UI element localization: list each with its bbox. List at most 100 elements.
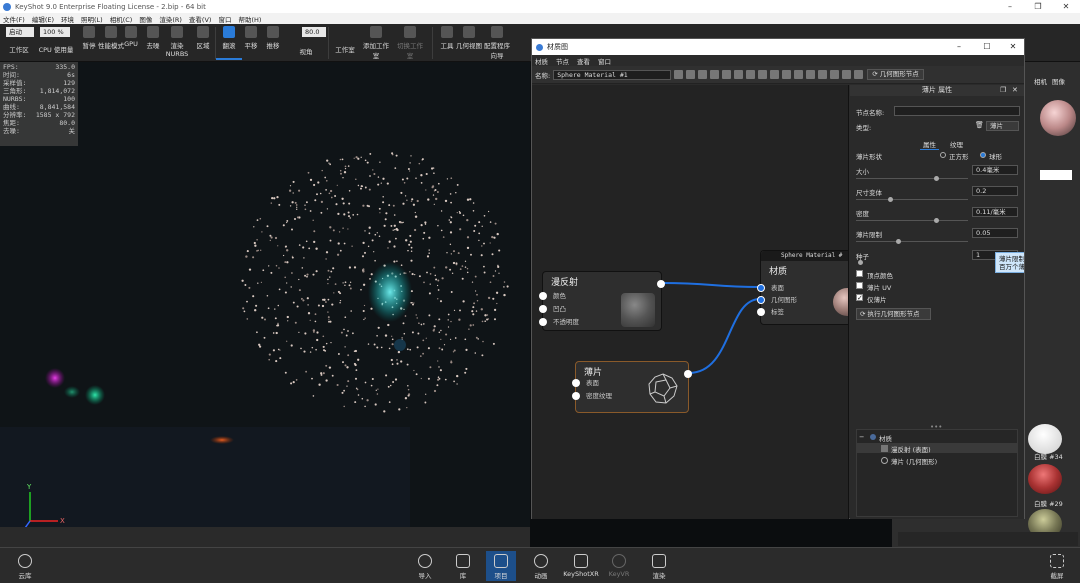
port-surface[interactable] [572, 379, 580, 387]
library-button[interactable]: 库 [448, 554, 478, 580]
material-node[interactable]: Sphere Material # 材质 表面 几何图形 标签 [757, 250, 848, 325]
menu-material[interactable]: 材质 [535, 56, 548, 66]
white-material-thumb[interactable] [1028, 424, 1062, 454]
menu-view[interactable]: 查看 [577, 56, 590, 66]
fov-input[interactable]: 80.0 [302, 27, 326, 37]
menu-file[interactable]: 文件(F) [3, 14, 25, 24]
menu-node[interactable]: 节点 [556, 56, 569, 66]
render-nurbs-button[interactable]: 渲染NURBS [163, 26, 191, 58]
density-knob[interactable] [934, 218, 939, 223]
project-button[interactable]: 项目 [486, 551, 516, 581]
menu-edit[interactable]: 编辑(E) [32, 14, 54, 24]
close-icon[interactable]: ✕ [1012, 86, 1018, 94]
configurator-wizard-button[interactable]: 配置程序向导 [482, 26, 512, 60]
expand-icon[interactable] [830, 70, 840, 79]
port-color[interactable] [539, 292, 547, 300]
settings-icon[interactable] [722, 70, 732, 79]
menu-window[interactable]: 窗口 [598, 56, 611, 66]
radio-sphere[interactable] [980, 152, 986, 158]
flake-limit-slider[interactable] [856, 241, 968, 242]
grid-icon[interactable] [782, 70, 792, 79]
percent-dropdown[interactable]: 100 % [40, 27, 70, 37]
collapse-icon[interactable] [842, 70, 852, 79]
size-input[interactable]: 0.4毫米 [972, 165, 1018, 175]
frame-icon[interactable] [806, 70, 816, 79]
close-icon[interactable]: ✕ [1052, 0, 1080, 13]
restore-icon[interactable]: ❐ [1000, 86, 1006, 94]
refresh-icon[interactable] [710, 70, 720, 79]
size-variation-input[interactable]: 0.2 [972, 186, 1018, 196]
studio-button[interactable]: 工作室 [331, 44, 359, 54]
tab-image[interactable]: 图像 [1052, 76, 1065, 86]
type-dropdown[interactable]: 薄片 [986, 121, 1019, 131]
view-angle-button[interactable]: 视角 [293, 46, 319, 56]
weight-icon[interactable] [734, 70, 744, 79]
cube-icon[interactable] [686, 70, 696, 79]
radio-square[interactable] [940, 152, 946, 158]
node-graph-canvas[interactable]: 漫反射 颜色 凹凸 不透明度 薄片 表面 密度纹理 Sphere Materia… [532, 85, 849, 519]
port-label-input[interactable] [757, 308, 765, 316]
tab-properties[interactable]: 属性 [920, 139, 939, 150]
trash-icon[interactable]: 🗑 [975, 121, 984, 129]
align-icon[interactable] [794, 70, 804, 79]
flake-limit-knob[interactable] [896, 239, 901, 244]
tree-item-diffuse[interactable]: 漫反射 (表面) [891, 444, 931, 454]
import-button[interactable]: 导入 [410, 554, 440, 580]
minimize-icon[interactable]: – [946, 39, 972, 55]
sphere-icon[interactable] [698, 70, 708, 79]
region-button[interactable]: 区域 [190, 26, 216, 50]
size-slider[interactable] [856, 178, 968, 179]
copy-icon[interactable] [746, 70, 756, 79]
save-icon[interactable] [674, 70, 684, 79]
node-name-input[interactable] [894, 106, 1020, 116]
menu-lighting[interactable]: 照明(L) [81, 14, 103, 24]
render-viewport[interactable]: Y X [0, 62, 530, 527]
seed-knob[interactable] [858, 260, 863, 265]
only-flakes-checkbox[interactable]: ✓ [856, 294, 863, 302]
run-geometry-node-button[interactable]: ⟳ 执行几何图形节点 [856, 308, 931, 320]
size-variation-slider[interactable] [856, 199, 968, 200]
menu-help[interactable]: 帮助(H) [238, 14, 261, 24]
output-port[interactable] [684, 370, 692, 378]
keyvr-button[interactable]: KeyVR [604, 554, 634, 578]
port-density-texture[interactable] [572, 392, 580, 400]
density-slider[interactable] [856, 220, 968, 221]
density-input[interactable]: 0.11/毫米 [972, 207, 1018, 217]
fit-icon[interactable] [818, 70, 828, 79]
menu-environment[interactable]: 环境 [61, 14, 74, 24]
size-slider-knob[interactable] [934, 176, 939, 181]
material-name-input[interactable]: Sphere Material #1 [553, 69, 672, 80]
tab-texture[interactable]: 纹理 [950, 139, 963, 149]
tab-camera[interactable]: 相机 [1034, 76, 1047, 86]
geometry-node-button[interactable]: ⟳ 几何图形节点 [867, 69, 924, 80]
material-preview-thumb[interactable] [1040, 100, 1076, 136]
red-material-thumb[interactable] [1028, 464, 1062, 494]
diffuse-node[interactable]: 漫反射 颜色 凹凸 不透明度 [539, 271, 665, 331]
tree-item-flakes[interactable]: 薄片 (几何图形) [891, 456, 937, 466]
tree-root[interactable]: 材质 [879, 433, 892, 443]
flake-limit-input[interactable]: 0.05 [972, 228, 1018, 238]
cpu-usage-button[interactable]: CPU 使用量 [38, 44, 74, 54]
port-opacity[interactable] [539, 318, 547, 326]
layout-icon[interactable] [770, 70, 780, 79]
maximize-icon[interactable]: ☐ [974, 39, 1000, 55]
vertex-color-checkbox[interactable] [856, 270, 863, 277]
add-studio-button[interactable]: 添加工作室 [362, 26, 390, 60]
delete-icon[interactable] [758, 70, 768, 79]
size-variation-knob[interactable] [888, 197, 893, 202]
render-button[interactable]: 渲染 [644, 554, 674, 580]
menu-camera[interactable]: 相机(C) [110, 14, 133, 24]
workspace-button[interactable]: 工作区 [6, 44, 32, 54]
keyshotxr-button[interactable]: KeyShotXR [563, 554, 599, 578]
color-swatch[interactable] [1040, 170, 1072, 180]
cloud-library-button[interactable]: 云库 [10, 554, 40, 580]
dolly-button[interactable]: 推移 [260, 26, 286, 50]
minimize-icon[interactable]: – [996, 0, 1024, 13]
wand-icon[interactable] [854, 70, 864, 79]
menu-image[interactable]: 图像 [139, 14, 152, 24]
menu-view[interactable]: 查看(V) [189, 14, 212, 24]
tree-collapse-icon[interactable]: − [859, 433, 864, 441]
output-port[interactable] [657, 280, 665, 288]
close-icon[interactable]: ✕ [1000, 39, 1026, 55]
menu-window[interactable]: 窗口 [218, 14, 231, 24]
